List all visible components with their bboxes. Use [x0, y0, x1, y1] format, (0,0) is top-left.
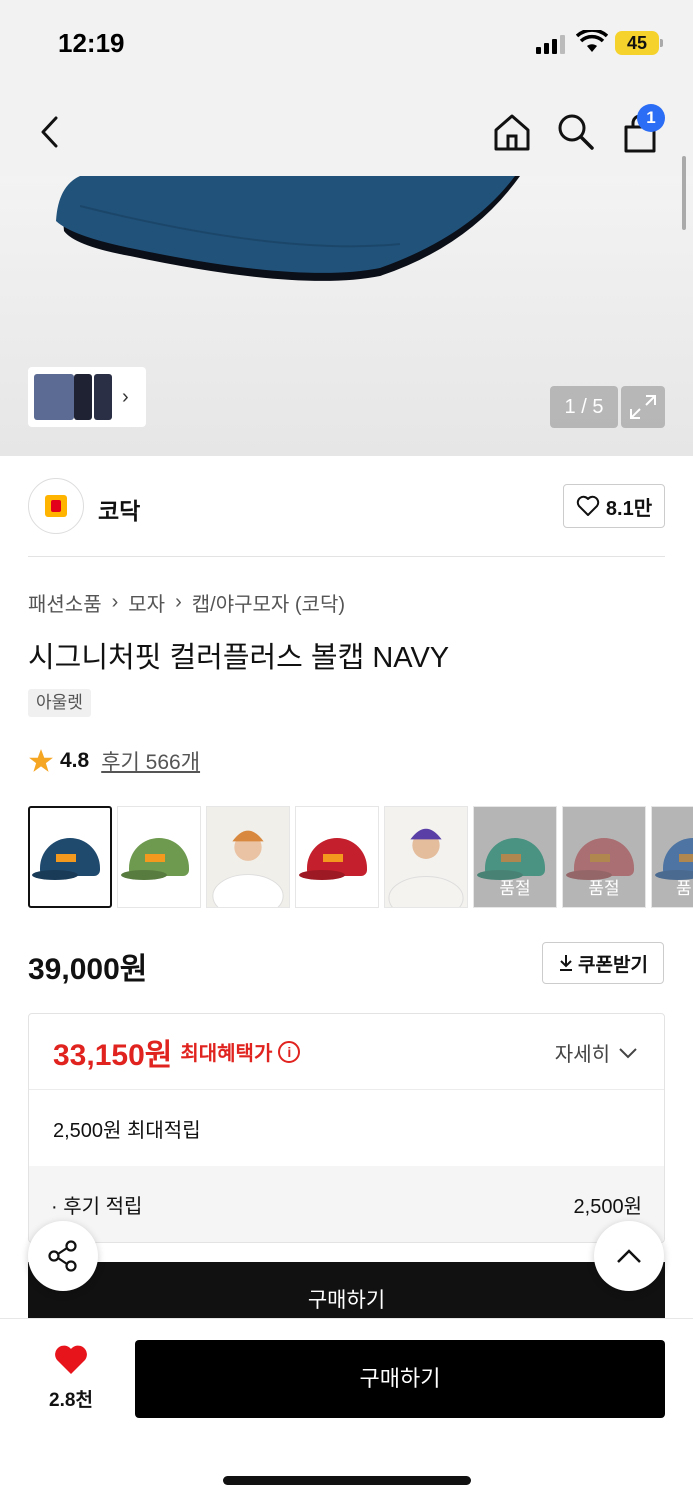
download-icon [560, 955, 573, 971]
color-option-pink[interactable]: 품절 [562, 806, 646, 908]
gallery-thumb-1[interactable] [34, 374, 74, 420]
gallery-thumb-3[interactable] [94, 374, 112, 420]
sold-out-label: 품 [652, 807, 693, 907]
sold-out-label: 품절 [563, 807, 645, 907]
color-option-blue[interactable]: 품 [651, 806, 693, 908]
chevron-up-icon [617, 1249, 641, 1263]
status-time: 12:19 [58, 28, 125, 58]
top-navigation [0, 88, 693, 176]
star-icon [29, 749, 53, 772]
benefit-panel: 33,150원 최대혜택가 i 자세히 2,500원 최대적립 · 후기 적립 … [28, 1013, 665, 1243]
gallery-thumb-2[interactable] [74, 374, 92, 420]
coupon-button[interactable]: 쿠폰받기 [542, 942, 664, 984]
breadcrumb-item[interactable]: 캡/야구모자 (코닥) [192, 588, 345, 617]
expand-icon[interactable] [621, 386, 665, 428]
cart-count-badge: 1 [637, 104, 665, 132]
coupon-label: 쿠폰받기 [578, 954, 648, 976]
wish-count: 2.8천 [49, 1390, 93, 1411]
max-benefit-row: 33,150원 최대혜택가 i 자세히 [29, 1014, 664, 1090]
search-icon[interactable] [554, 110, 598, 154]
breadcrumb: 패션소품 › 모자 › 캡/야구모자 (코닥) [28, 588, 345, 617]
home-indicator [223, 1476, 471, 1485]
brand-like-count: 8.1만 [605, 497, 653, 520]
breadcrumb-item[interactable]: 패션소품 [28, 588, 102, 617]
breadcrumb-item[interactable]: 모자 [128, 588, 165, 617]
color-option-list: 품절 품절 품 [28, 806, 693, 910]
heart-outline-icon [576, 495, 600, 516]
chevron-down-icon [619, 1047, 637, 1058]
buy-button[interactable]: 구매하기 [135, 1340, 665, 1418]
rating-row: 4.8 후기 566개 [28, 746, 200, 776]
brand-logo[interactable] [28, 478, 84, 534]
chevron-right-icon: › [122, 385, 129, 408]
info-icon[interactable]: i [278, 1040, 301, 1063]
brand-like-button[interactable]: 8.1만 [563, 484, 665, 528]
brand-name[interactable]: 코닥 [98, 492, 140, 526]
share-icon [48, 1240, 77, 1272]
chevron-right-icon: › [111, 591, 119, 613]
color-option-orange-model[interactable] [206, 806, 290, 908]
wifi-icon [575, 28, 609, 59]
divider [28, 556, 665, 557]
product-title: 시그니처핏 컬러플러스 볼캡 NAVY [28, 642, 450, 674]
max-benefit-price: 33,150원 [53, 1038, 173, 1072]
share-button[interactable] [28, 1221, 98, 1291]
review-link[interactable]: 후기 566개 [101, 746, 200, 776]
chevron-right-icon: › [175, 591, 182, 613]
color-option-purple-model[interactable] [384, 806, 468, 908]
wish-button[interactable]: 2.8천 [40, 1344, 102, 1412]
review-points-label: · 후기 적립 [51, 1195, 143, 1218]
detail-label: 자세히 [554, 1044, 610, 1066]
image-thumbnail-strip[interactable]: › [28, 367, 146, 427]
color-option-red[interactable] [295, 806, 379, 908]
review-points-value: 2,500원 [573, 1195, 642, 1218]
back-icon[interactable] [30, 110, 70, 154]
image-counter: 1 / 5 [550, 386, 618, 428]
battery-tip [660, 39, 663, 47]
heart-filled-icon [55, 1345, 87, 1374]
home-icon[interactable] [490, 110, 534, 154]
scroll-indicator [682, 156, 686, 230]
inline-buy-button[interactable]: 구매하기 [28, 1262, 665, 1322]
product-price: 39,000원 [28, 953, 148, 986]
rating-score: 4.8 [60, 749, 90, 772]
review-points-row: · 후기 적립 2,500원 [29, 1166, 664, 1242]
color-option-green[interactable] [117, 806, 201, 908]
scroll-top-button[interactable] [594, 1221, 664, 1291]
color-option-teal[interactable]: 품절 [473, 806, 557, 908]
outlet-tag: 아울렛 [28, 689, 91, 717]
points-total: 2,500원 최대적립 [53, 1119, 201, 1142]
sold-out-label: 품절 [474, 807, 556, 907]
color-option-navy[interactable] [28, 806, 112, 908]
max-benefit-label: 최대혜택가 [180, 1043, 273, 1065]
battery-indicator: 45 [615, 31, 659, 55]
status-bar: 12:19 45 [0, 0, 693, 88]
signal-icon [536, 34, 565, 54]
detail-toggle[interactable]: 자세히 [555, 1038, 638, 1067]
